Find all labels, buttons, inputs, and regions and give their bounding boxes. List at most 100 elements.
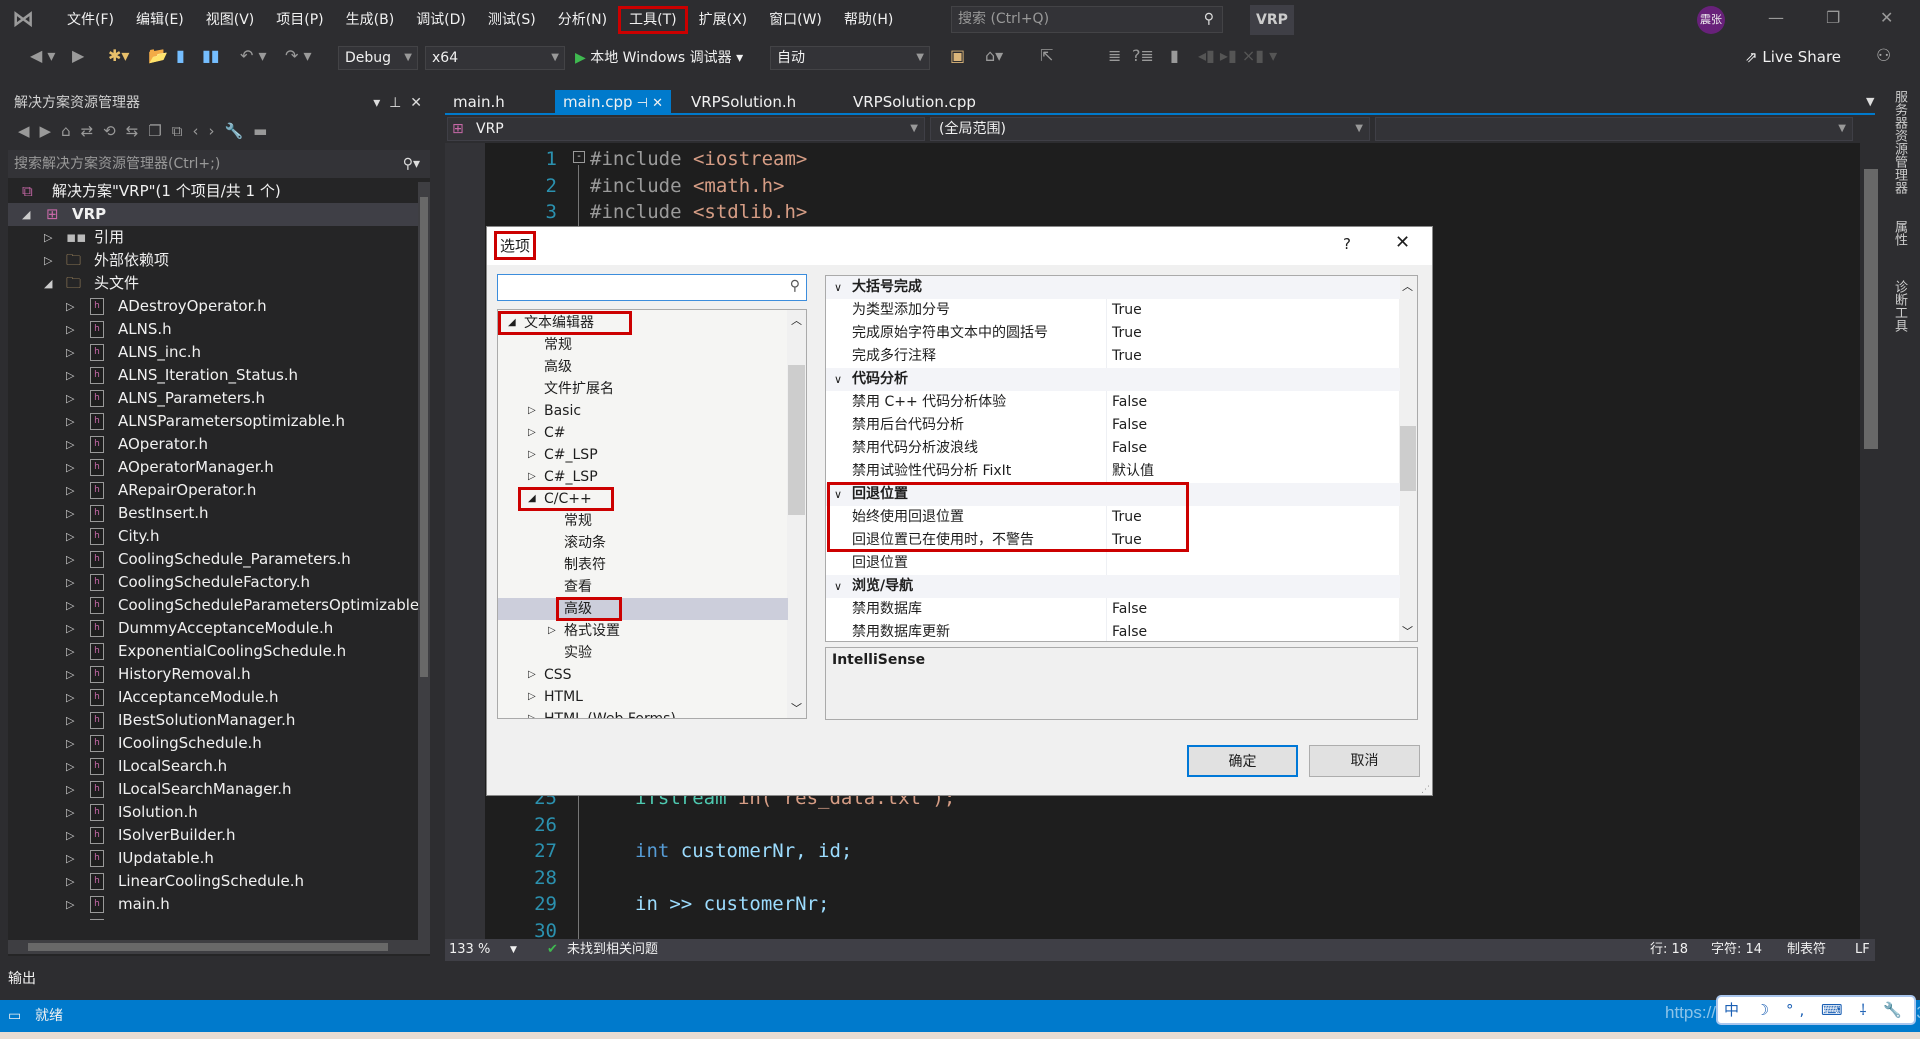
property-row[interactable]: 禁用代码分析波浪线 False [826,437,1400,460]
tree-item[interactable]: ▷ h ExponentialCoolingSchedule.h [8,640,420,663]
back-icon[interactable]: ◀ ▾ [30,46,55,65]
feedback-icon[interactable]: ⚇ [1876,46,1891,66]
property-row[interactable]: 禁用 C++ 代码分析体验 False [826,391,1400,414]
tab-main-h[interactable]: main.h [445,90,513,115]
indent-mode[interactable]: 制表符 [1787,939,1826,961]
menu-item[interactable]: 生成(B) [335,6,406,34]
solution-hscrollbar[interactable] [8,940,430,954]
menu-item[interactable]: 分析(N) [547,6,618,34]
comment-icon[interactable]: ≣ [1108,46,1121,65]
tree-item[interactable]: ▷ h ISolverBuilder.h [8,824,420,847]
options-tree-item[interactable]: 常规 [498,334,788,356]
undo-icon[interactable]: ↶ ▾ [240,46,267,65]
solution-explorer-toolbar[interactable]: ◀▶⌂⇄⟲⇆❐⧉‹›🔧▬ [8,116,430,150]
tree-item[interactable]: ▷ h ARepairOperator.h [8,479,420,502]
avatar[interactable]: 震张 [1697,6,1725,34]
tree-item[interactable]: ▷ h ADestroyOperator.h [8,295,420,318]
tree-item[interactable]: ▷ h ALNS_inc.h [8,341,420,364]
collapsed-icon[interactable]: ▷ [66,755,74,778]
expanded-icon[interactable]: ◢ [44,272,52,295]
menu-item[interactable]: 项目(P) [265,6,334,34]
property-value[interactable]: 默认值 [1112,460,1154,483]
save-all-icon[interactable]: ▮▮ [202,46,220,65]
collapsed-icon[interactable]: ▷ [66,663,74,686]
property-row[interactable]: 完成多行注释 True [826,345,1400,368]
start-debugging-button[interactable]: ▶ 本地 Windows 调试器 ▾ [575,46,743,70]
tree-item[interactable]: ⧉ 解决方案"VRP"(1 个项目/共 1 个) [8,180,420,203]
options-tree-item[interactable]: ▷ C# [498,422,788,444]
collapsed-icon[interactable]: ▷ [66,525,74,548]
collapsed-icon[interactable]: ▷ [44,249,52,272]
property-row[interactable]: 完成原始字符串文本中的圆括号 True [826,322,1400,345]
project-nav-select[interactable]: ⊞ VRP ▼ [447,117,925,141]
tree-item[interactable]: ▷ h ISolution.h [8,801,420,824]
property-value[interactable]: False [1112,598,1147,621]
options-tree-item[interactable]: ◢ C/C++ [498,487,788,511]
options-search-input[interactable]: ⚲ [497,274,807,301]
collapsed-icon[interactable]: ▷ [528,686,536,708]
tree-item[interactable]: ▷ h CoolingScheduleFactory.h [8,571,420,594]
output-panel-tab[interactable]: 输出 [8,968,36,988]
tree-item[interactable]: ▷ h CoolingScheduleParametersOptimizable [8,594,420,617]
collapsed-icon[interactable]: ▷ [66,847,74,870]
tab-main-cpp[interactable]: main.cpp ⊣ ✕ [555,90,672,115]
collapsed-icon[interactable]: ▷ [66,709,74,732]
property-category[interactable]: ∨ 代码分析 [826,368,1400,391]
options-tree-item[interactable]: 实验 [498,642,788,664]
collapsed-icon[interactable]: ▷ [528,466,536,488]
collapsed-icon[interactable]: ▷ [66,686,74,709]
options-tree-item[interactable]: 滚动条 [498,532,788,554]
tree-scrollbar[interactable]: ︿ ﹀ [787,310,806,718]
tree-item[interactable]: ▷ h main.h [8,893,420,916]
configuration-select[interactable]: Debug ▼ [338,46,418,70]
collapsed-icon[interactable]: ▷ [66,502,74,525]
close-dialog-button[interactable]: ✕ [1395,232,1410,253]
collapsed-icon[interactable]: ▷ [66,640,74,663]
tab-vrpsolution-h[interactable]: VRPSolution.h [683,90,804,115]
options-tree-item[interactable]: ▷ Basic [498,400,788,422]
chevron-down-icon[interactable]: ∨ [834,575,842,598]
collapsed-icon[interactable]: ▷ [66,571,74,594]
collapsed-icon[interactable]: ▷ [66,824,74,847]
menu-item[interactable]: 视图(V) [195,6,266,34]
live-share-button[interactable]: ⇗ Live Share [1745,48,1841,66]
tree-item[interactable]: ▷ h ILocalSearch.h [8,755,420,778]
property-row[interactable]: 禁用试验性代码分析 FixIt 默认值 [826,460,1400,483]
options-tree-item[interactable]: ▷ 格式设置 [498,620,788,642]
menu-item[interactable]: 调试(D) [405,6,477,34]
collapsed-icon[interactable]: ▷ [66,479,74,502]
property-row[interactable]: 为类型添加分号 True [826,299,1400,322]
tree-item[interactable]: ▷ h City.h [8,525,420,548]
redo-icon[interactable]: ↷ ▾ [285,46,312,65]
chevron-down-icon[interactable]: ∨ [834,368,842,391]
property-row[interactable]: 禁用后台代码分析 False [826,414,1400,437]
menu-item[interactable]: 扩展(X) [688,6,759,34]
collapsed-icon[interactable]: ▷ [66,456,74,479]
bookmark-icon[interactable]: ▮ [1170,46,1179,65]
property-category[interactable]: ∨ 大括号完成 [826,276,1400,299]
collapsed-icon[interactable]: ▷ [548,620,556,642]
ime-toolbar[interactable]: 中 ☽ °, ⌨ ⸸ 🔧 [1716,995,1916,1025]
collapsed-icon[interactable]: ▷ [528,400,536,422]
chevron-down-icon[interactable]: ▼ [510,939,517,961]
tree-item[interactable]: ▷ h ALNS_Iteration_Status.h [8,364,420,387]
options-tree-item[interactable]: ▷ HTML [498,686,788,708]
run-mode-select[interactable]: 自动 ▼ [770,46,930,70]
property-scrollbar[interactable]: ︿ ﹀ [1399,276,1417,641]
help-button[interactable]: ? [1343,235,1351,253]
tree-item[interactable]: ▷ h ALNS.h [8,318,420,341]
options-tree-item[interactable]: ◢ 文本编辑器 [498,311,788,335]
options-tree-item[interactable]: 常规 [498,510,788,532]
tree-item[interactable]: ▷ h HistoryRemoval.h [8,663,420,686]
collapsed-icon[interactable]: ▷ [66,916,74,920]
collapsed-icon[interactable]: ▷ [66,778,74,801]
home-icon[interactable]: ⌂▾ [985,46,1003,65]
scope-nav-select[interactable]: (全局范围) ▼ [930,117,1370,141]
open-file-icon[interactable]: 📂 [148,46,168,65]
pin-icon[interactable]: ⊣ ✕ [633,96,663,111]
property-row[interactable]: 禁用数据库 False [826,598,1400,621]
panel-controls[interactable]: ▾ ⊥ ✕ [373,90,422,116]
close-window-button[interactable]: ✕ [1880,8,1893,27]
tree-item[interactable]: ▷ h LinearCoolingSchedule.h [8,870,420,893]
cancel-button[interactable]: 取消 [1309,745,1420,777]
